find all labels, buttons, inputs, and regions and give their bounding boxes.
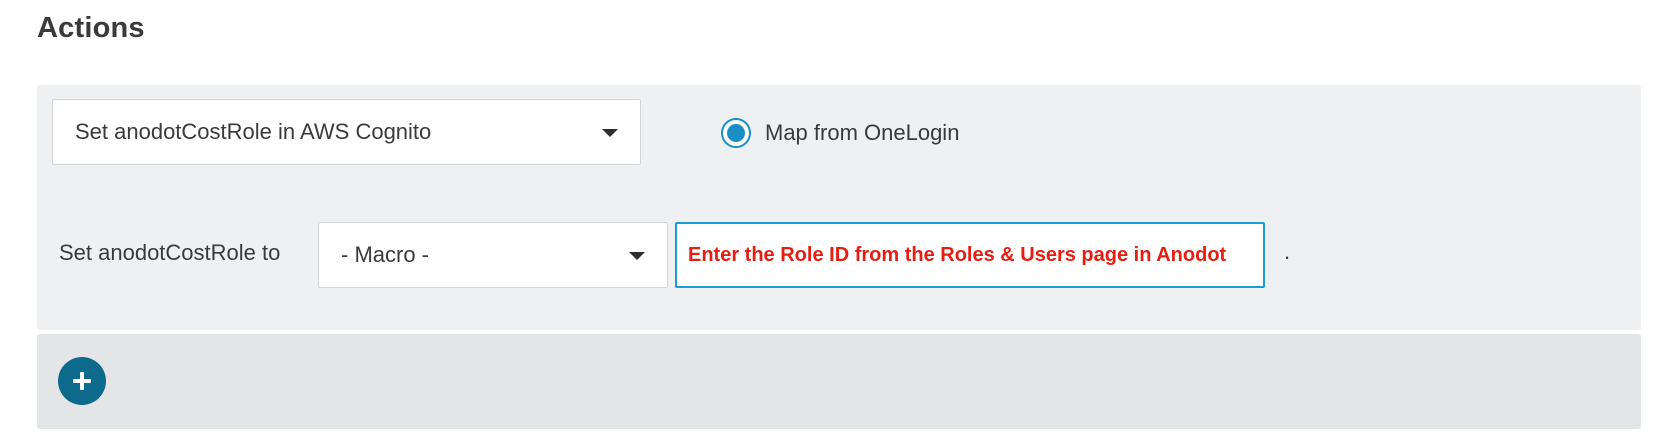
plus-icon: [73, 372, 91, 390]
add-action-row: [37, 334, 1641, 429]
add-action-button[interactable]: [58, 357, 106, 405]
chevron-down-icon: [629, 252, 645, 260]
macro-select[interactable]: - Macro -: [318, 222, 668, 288]
section-title: Actions: [37, 12, 145, 44]
trailing-period: .: [1284, 239, 1291, 264]
macro-select-value: - Macro -: [341, 242, 429, 267]
chevron-down-icon: [602, 129, 618, 137]
action-select-value: Set anodotCostRole in AWS Cognito: [75, 119, 432, 144]
map-from-onelogin-option[interactable]: Map from OneLogin: [721, 116, 959, 150]
radio-selected-dot: [727, 124, 745, 142]
map-from-onelogin-radio[interactable]: [721, 118, 751, 148]
set-value-label: Set anodotCostRole to: [59, 240, 281, 265]
role-id-input[interactable]: [675, 222, 1265, 288]
action-row: Set anodotCostRole in AWS Cognito Map fr…: [37, 85, 1641, 330]
action-select[interactable]: Set anodotCostRole in AWS Cognito: [52, 99, 641, 165]
map-from-onelogin-label: Map from OneLogin: [765, 120, 960, 145]
